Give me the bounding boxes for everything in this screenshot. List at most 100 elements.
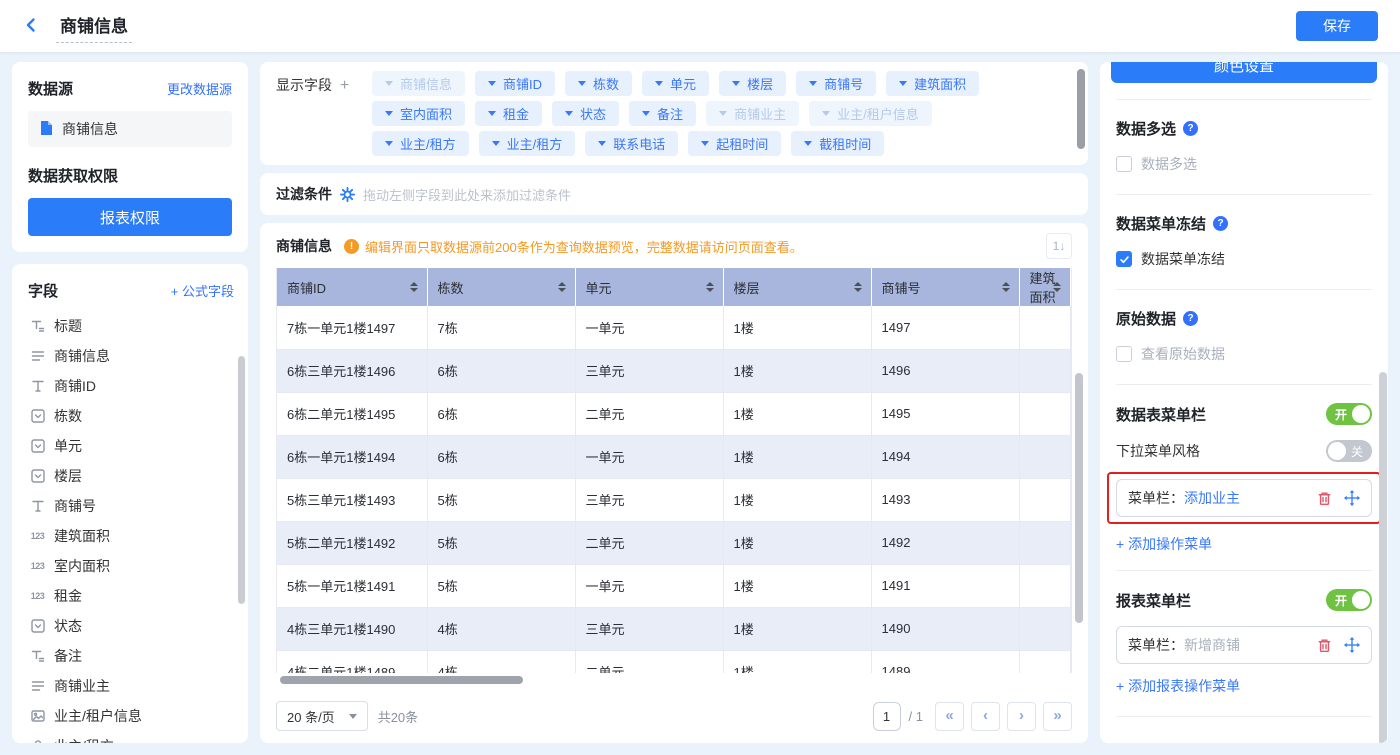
raw-data-checkbox-row[interactable]: 查看原始数据 — [1116, 344, 1372, 364]
gear-icon[interactable] — [340, 187, 355, 202]
display-field-chip[interactable]: 商铺号 — [796, 71, 876, 96]
dropdown-style-toggle[interactable]: 关 — [1326, 440, 1372, 462]
chips-scrollbar-thumb[interactable] — [1077, 69, 1085, 149]
table-cell: 5栋三单元1楼1493 — [277, 478, 427, 521]
checkbox-checked[interactable] — [1116, 251, 1132, 267]
trash-icon[interactable] — [1317, 638, 1332, 653]
display-field-chip[interactable]: 商铺信息 — [372, 71, 465, 96]
total-count: 共20条 — [378, 707, 418, 726]
field-item[interactable]: 123室内面积 — [28, 551, 234, 581]
page-number-input[interactable]: 1 — [873, 702, 901, 731]
move-icon[interactable] — [1344, 637, 1360, 653]
table-cell: 1楼 — [723, 607, 871, 650]
trash-icon[interactable] — [1317, 491, 1332, 506]
color-settings-button[interactable]: 颜色设置 — [1111, 62, 1377, 83]
display-field-chip[interactable]: 商铺业主 — [706, 101, 799, 126]
table-column-header[interactable]: 商铺号 — [871, 268, 1019, 306]
add-report-action-menu-link[interactable]: + 添加报表操作菜单 — [1116, 676, 1372, 696]
check-icon — [1119, 254, 1130, 265]
display-field-chip[interactable]: 租金 — [475, 101, 542, 126]
display-field-chip[interactable]: 商铺ID — [475, 71, 555, 96]
field-label: 业主/租户信息 — [54, 706, 142, 726]
sort-caret-icon[interactable] — [1002, 282, 1010, 292]
page-size-select[interactable]: 20 条/页 — [276, 701, 368, 731]
pager-last-button[interactable]: » — [1043, 702, 1072, 731]
display-field-chip[interactable]: 室内面积 — [372, 101, 465, 126]
add-action-menu-link[interactable]: + 添加操作菜单 — [1116, 534, 1372, 554]
field-item[interactable]: 业主/租方 — [28, 731, 234, 743]
report-menu-item-row[interactable]: 菜单栏： 新增商铺 — [1116, 626, 1372, 664]
display-field-chip[interactable]: 楼层 — [719, 71, 786, 96]
fields-scrollbar-thumb[interactable] — [238, 356, 245, 604]
field-item[interactable]: 备注 — [28, 641, 234, 671]
display-field-chip[interactable]: 起租时间 — [688, 131, 781, 156]
table-cell: 1494 — [871, 435, 1019, 478]
table-menu-toggle[interactable]: 开 — [1326, 403, 1372, 425]
lines-field-icon — [30, 679, 45, 693]
sort-caret-icon[interactable] — [1053, 282, 1061, 292]
table-hscrollbar-thumb[interactable] — [280, 676, 523, 684]
display-field-chip[interactable]: 备注 — [629, 101, 696, 126]
report-menu-item-value[interactable]: 新增商铺 — [1184, 635, 1240, 655]
table-vscrollbar-thumb[interactable] — [1075, 373, 1083, 623]
field-item[interactable]: 单元 — [28, 431, 234, 461]
help-icon[interactable]: ? — [1213, 216, 1228, 231]
field-item[interactable]: 商铺ID — [28, 371, 234, 401]
table-cell: 1楼 — [723, 349, 871, 392]
sort-caret-icon[interactable] — [558, 282, 566, 292]
table-column-header[interactable]: 单元 — [575, 268, 723, 306]
table-column-header[interactable]: 栋数 — [427, 268, 575, 306]
field-item[interactable]: 商铺业主 — [28, 671, 234, 701]
checkbox-unchecked[interactable] — [1116, 346, 1132, 362]
field-item[interactable]: 商铺号 — [28, 491, 234, 521]
field-item[interactable]: 业主/租户信息 — [28, 701, 234, 731]
field-item[interactable]: 栋数 — [28, 401, 234, 431]
change-datasource-link[interactable]: 更改数据源 — [167, 79, 232, 98]
table-cell: 1楼 — [723, 392, 871, 435]
settings-scrollbar-thumb[interactable] — [1379, 372, 1387, 743]
display-field-chip[interactable]: 截租时间 — [791, 131, 884, 156]
checkbox-unchecked[interactable] — [1116, 156, 1132, 172]
sort-caret-icon[interactable] — [706, 282, 714, 292]
pager-prev-button[interactable]: ‹ — [971, 702, 1000, 731]
datasource-item[interactable]: 商铺信息 — [28, 111, 232, 147]
menu-freeze-checkbox-row[interactable]: 数据菜单冻结 — [1116, 249, 1372, 269]
display-field-chip[interactable]: 单元 — [642, 71, 709, 96]
field-item[interactable]: 标题 — [28, 311, 234, 341]
field-item[interactable]: 商铺信息 — [28, 341, 234, 371]
field-item[interactable]: 状态 — [28, 611, 234, 641]
display-field-chip[interactable]: 建筑面积 — [886, 71, 979, 96]
table-row: 6栋二单元1楼14956栋二单元1楼1495 — [277, 392, 1071, 435]
save-button[interactable]: 保存 — [1296, 11, 1378, 41]
table-column-header[interactable]: 商铺ID — [277, 268, 427, 306]
display-field-chip[interactable]: 栋数 — [565, 71, 632, 96]
add-display-field-button[interactable]: + — [340, 77, 349, 94]
field-item[interactable]: 楼层 — [28, 461, 234, 491]
sort-caret-icon[interactable] — [410, 282, 418, 292]
table-menu-item-row[interactable]: 菜单栏： 添加业主 — [1116, 479, 1372, 517]
report-menu-toggle[interactable]: 开 — [1326, 589, 1372, 611]
add-formula-field-link[interactable]: + 公式字段 — [171, 281, 234, 300]
field-item[interactable]: 123租金 — [28, 581, 234, 611]
table-menu-item-value[interactable]: 添加业主 — [1184, 488, 1240, 508]
display-field-chip[interactable]: 状态 — [552, 101, 619, 126]
report-permission-button[interactable]: 报表权限 — [28, 198, 232, 236]
move-icon[interactable] — [1344, 490, 1360, 506]
display-field-chip[interactable]: 业主/租方 — [372, 131, 469, 156]
sort-order-icon[interactable]: 1↓ — [1046, 233, 1072, 259]
number-field-icon: 123 — [30, 561, 45, 571]
sort-caret-icon[interactable] — [854, 282, 862, 292]
help-icon[interactable]: ? — [1183, 311, 1198, 326]
pager-next-button[interactable]: › — [1007, 702, 1036, 731]
pager-first-button[interactable]: « — [935, 702, 964, 731]
back-button[interactable] — [22, 16, 40, 37]
field-item[interactable]: 123建筑面积 — [28, 521, 234, 551]
help-icon[interactable]: ? — [1183, 121, 1198, 136]
display-field-chip[interactable]: 联系电话 — [585, 131, 678, 156]
display-field-chip[interactable]: 业主/租方 — [479, 131, 576, 156]
table-column-header[interactable]: 楼层 — [723, 268, 871, 306]
menu-freeze-title: 数据菜单冻结 — [1116, 213, 1206, 234]
multi-select-checkbox-row[interactable]: 数据多选 — [1116, 154, 1372, 174]
display-field-chip[interactable]: 业主/租户信息 — [809, 101, 932, 126]
table-column-header[interactable]: 建筑面积 — [1019, 268, 1071, 306]
